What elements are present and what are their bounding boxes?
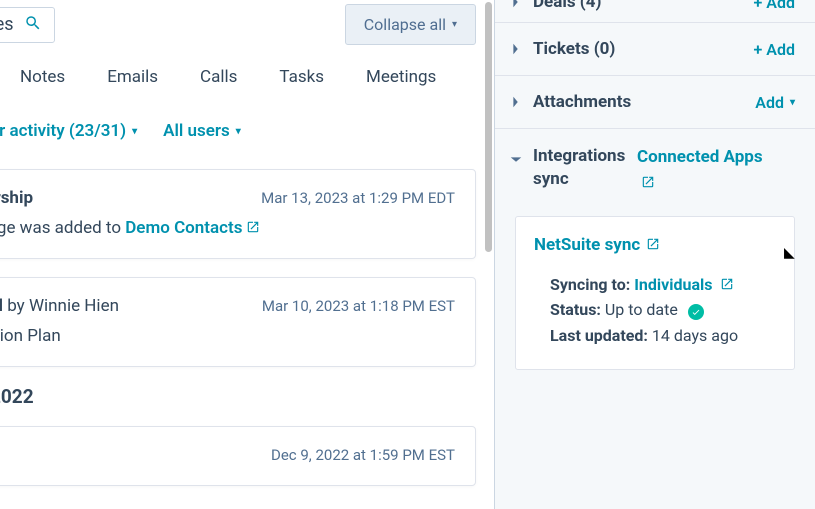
activity-card[interactable]: mbership Mar 13, 2023 at 1:29 PM EDT Geo… [0,169,476,259]
external-link-icon [246,218,260,238]
netsuite-sync-card: NetSuite sync Syncing to: Individuals St… [515,216,795,370]
external-link-icon [641,171,655,197]
activity-card-date: Mar 10, 2023 at 1:18 PM EST [262,297,455,315]
filter-activity-label: er activity (23/31) [0,121,126,141]
activity-search[interactable]: ivities [0,7,55,43]
add-ticket-button[interactable]: + Add [754,40,795,59]
tickets-label: Tickets (0) [527,39,754,59]
activity-card-body: entation Plan [0,326,455,346]
scrollbar[interactable] [483,0,493,509]
external-link-icon [646,235,660,255]
collapse-all-button[interactable]: Collapse all ▾ [345,4,476,45]
activity-card[interactable]: email by Winnie Hien Mar 10, 2023 at 1:1… [0,277,476,367]
demo-contacts-link[interactable]: Demo Contacts [125,218,260,238]
add-deal-button[interactable]: + Add [754,0,795,12]
activity-card-title: email by Winnie Hien [0,296,119,316]
deals-label: Deals (4) [527,0,754,12]
caret-down-icon: ▾ [790,97,795,108]
chevron-right-icon[interactable] [505,95,527,109]
caret-down-icon: ▾ [236,126,241,137]
attachments-section-header[interactable]: Attachments Add ▾ [495,76,815,129]
filter-users-dropdown[interactable]: All users ▾ [163,121,241,141]
add-attachment-button[interactable]: Add ▾ [755,93,795,112]
syncing-to-row: Syncing to: Individuals [550,275,774,294]
caret-down-icon: ▾ [132,126,137,137]
tab-notes[interactable]: Notes [20,67,65,87]
year-divider: 2022 [0,385,494,408]
chevron-right-icon[interactable] [505,0,527,9]
search-icon[interactable] [24,14,42,36]
activity-tabs: Notes Emails Calls Tasks Meetings [0,57,494,101]
activity-body-text: George was added to [0,218,125,238]
scrollbar-thumb[interactable] [485,2,492,252]
status-row: Status: Up to date [550,300,774,320]
caret-down-icon: ▾ [452,19,457,30]
last-updated-row: Last updated: 14 days ago [550,326,774,345]
attachments-label: Attachments [527,92,755,112]
collapse-all-label: Collapse all [364,15,446,34]
integrations-label: Integrations sync [527,145,637,191]
filter-activity-dropdown[interactable]: er activity (23/31) ▾ [0,121,137,141]
activity-search-label: ivities [0,14,24,35]
filter-users-label: All users [163,121,230,141]
tab-calls[interactable]: Calls [200,67,237,87]
connected-apps-link[interactable]: Connected Apps [637,145,763,196]
chevron-right-icon[interactable] [505,42,527,56]
syncing-to-link[interactable]: Individuals [634,275,734,294]
tickets-section-header[interactable]: Tickets (0) + Add [495,23,815,76]
activity-card-date: Dec 9, 2022 at 1:59 PM EST [271,446,455,464]
activity-card-date: Mar 13, 2023 at 1:29 PM EDT [261,189,455,207]
tab-tasks[interactable]: Tasks [279,67,324,87]
integrations-section-header[interactable]: Integrations sync Connected Apps [495,129,815,206]
deals-section-header[interactable]: Deals (4) + Add [495,0,815,23]
status-ok-icon [688,304,704,320]
external-link-icon [720,275,734,294]
activity-card-title: mbership [0,188,33,208]
tab-meetings[interactable]: Meetings [366,67,436,87]
tab-emails[interactable]: Emails [107,67,158,87]
netsuite-sync-link[interactable]: NetSuite sync [534,235,660,255]
activity-card[interactable]: ew Dec 9, 2022 at 1:59 PM EST [0,426,476,486]
chevron-down-icon[interactable] [505,145,527,165]
activity-card-body: George was added to Demo Contacts [0,218,455,238]
